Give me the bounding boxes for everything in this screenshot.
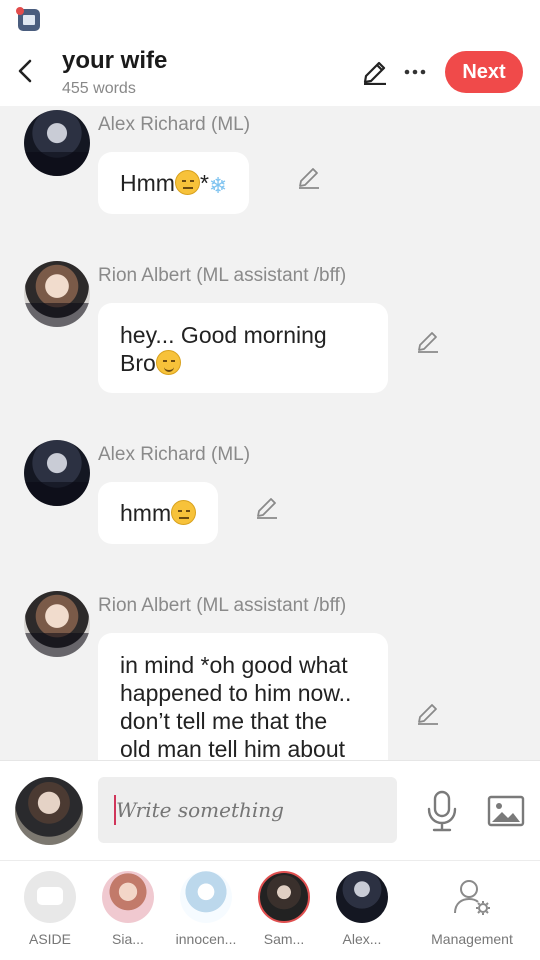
message-bubble[interactable]: hey... Good morning Bro	[98, 303, 388, 393]
aside-icon	[24, 871, 76, 923]
avatar	[180, 871, 232, 923]
cast-item-innocent[interactable]: innocen...	[170, 871, 242, 960]
speaker-name: Alex Richard (ML)	[98, 444, 251, 465]
status-bar	[0, 0, 540, 40]
edit-message-button[interactable]	[415, 700, 441, 726]
current-speaker-avatar[interactable]	[15, 777, 83, 845]
cast-label: innocen...	[175, 931, 237, 947]
pencil-icon	[418, 332, 438, 353]
message-suffix: *	[199, 170, 209, 196]
voice-button[interactable]	[422, 787, 462, 835]
edit-title-button[interactable]	[360, 57, 390, 87]
character-bar: ASIDE Sia... innocen... Sam... Alex... M…	[0, 860, 540, 960]
pencil-icon	[363, 61, 386, 85]
expressionless-emoji-icon	[171, 500, 197, 525]
message-bubble[interactable]: Hmm *❄	[98, 152, 250, 214]
snowflake-icon: ❄	[208, 173, 228, 198]
edit-message-button[interactable]	[254, 494, 280, 520]
message-bubble[interactable]: in mind *oh good what happened to him no…	[98, 633, 388, 760]
avatar[interactable]	[24, 591, 90, 657]
chat-scroll-area[interactable]: Alex Richard (ML) Hmm *❄ Rion Albert (ML …	[0, 106, 540, 760]
back-chevron-icon	[18, 59, 32, 83]
avatar	[258, 871, 310, 923]
avatar	[102, 871, 154, 923]
back-button[interactable]	[10, 54, 40, 88]
message-text-line: old man tell him about	[120, 736, 346, 760]
cast-label: Sam...	[263, 931, 305, 947]
message-input[interactable]	[98, 777, 397, 843]
cast-item-alex[interactable]: Alex...	[326, 871, 398, 960]
avatar[interactable]	[24, 261, 90, 327]
avatar[interactable]	[24, 110, 90, 176]
management-button[interactable]: Management	[430, 871, 514, 960]
message-text: hmm	[120, 500, 172, 526]
message-bubble[interactable]: hmm	[98, 482, 219, 544]
story-title: your wife	[62, 47, 168, 74]
message-text-line: Bro	[120, 350, 156, 376]
speaker-name: Rion Albert (ML assistant /bff)	[98, 595, 347, 616]
word-count: 455 words	[62, 80, 136, 97]
cast-item-sam[interactable]: Sam...	[248, 871, 320, 960]
message-text-line: in mind *oh good what	[120, 652, 348, 678]
message-text-line: don’t tell me that the	[120, 708, 328, 734]
more-dots-icon	[404, 69, 426, 75]
message-text-line: happened to him now..	[120, 680, 352, 706]
story-title-block[interactable]: your wife 455 words	[62, 46, 167, 100]
person-gear-icon	[446, 871, 498, 923]
composer-bar	[0, 760, 540, 860]
avatar[interactable]	[24, 440, 90, 506]
text-caret	[114, 795, 116, 825]
cast-item-aside[interactable]: ASIDE	[14, 871, 86, 960]
image-icon	[487, 795, 525, 827]
message-text: Hmm	[120, 170, 175, 196]
avatar	[336, 871, 388, 923]
speaker-name: Alex Richard (ML)	[98, 114, 251, 135]
pencil-icon	[257, 498, 277, 519]
cast-item-sia[interactable]: Sia...	[92, 871, 164, 960]
pencil-icon	[299, 168, 319, 189]
smiling-emoji-icon	[155, 350, 181, 375]
top-bar: your wife 455 words Next	[0, 40, 540, 106]
more-options-button[interactable]	[400, 57, 430, 87]
expressionless-emoji-icon	[174, 170, 200, 195]
message-text-line: hey... Good morning	[120, 322, 327, 348]
app-icon	[16, 7, 40, 31]
cast-label: Sia...	[112, 931, 144, 947]
next-button[interactable]: Next	[445, 51, 523, 93]
edit-message-button[interactable]	[296, 164, 322, 190]
pencil-icon	[418, 704, 438, 725]
cast-label: Alex...	[342, 931, 382, 947]
image-button[interactable]	[486, 791, 526, 831]
microphone-icon	[427, 790, 457, 832]
edit-message-button[interactable]	[415, 328, 441, 354]
cast-label: ASIDE	[28, 931, 71, 947]
cast-label: Management	[431, 931, 513, 947]
speaker-name: Rion Albert (ML assistant /bff)	[98, 265, 347, 286]
